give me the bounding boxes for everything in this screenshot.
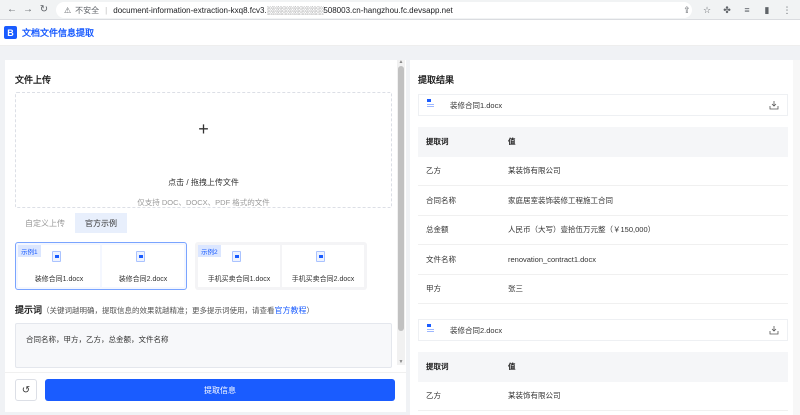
table-row: 乙方 某装饰有限公司 bbox=[418, 157, 788, 186]
sample-file-name: 装修合同2.docx bbox=[118, 276, 168, 283]
menu-icon[interactable]: ⋮ bbox=[780, 2, 794, 18]
results-panel: 提取结果 装修合同1.docx 提取词 值 乙方 某装饰有限公司 合同名称 家庭… bbox=[410, 60, 795, 415]
document-icon bbox=[427, 324, 435, 334]
scroll-down-icon[interactable]: ▼ bbox=[398, 360, 404, 365]
download-icon[interactable] bbox=[769, 325, 779, 335]
upload-dropzone[interactable]: + 点击 / 拖拽上传文件 仅支持 DOC、DOCX、PDF 格式的文件 bbox=[15, 92, 392, 208]
row-value: 人民币（大写）壹拾伍万元整（￥150,000） bbox=[508, 225, 656, 235]
upload-tabs: 自定义上传 官方示例 bbox=[15, 213, 127, 233]
prompt-label: 提示词（关键词越明确，提取信息的效果就越精准；更多提示词使用，请查看官方教程） bbox=[15, 303, 314, 316]
table-row: 合同名称 家庭居室装饰装修工程施工合同 bbox=[418, 186, 788, 216]
result-file-header: 装修合同2.docx bbox=[418, 319, 788, 341]
warning-icon[interactable]: ⚠ bbox=[64, 6, 71, 15]
row-value: 张三 bbox=[508, 284, 523, 294]
reading-list-icon[interactable]: ≡ bbox=[740, 2, 754, 18]
forward-icon[interactable]: → bbox=[20, 2, 36, 18]
table-row: 文件名称 renovation_contract1.docx bbox=[418, 245, 788, 275]
document-icon bbox=[427, 99, 435, 109]
sidebar-icon[interactable]: ▮ bbox=[760, 2, 774, 18]
row-key: 文件名称 bbox=[426, 254, 456, 264]
official-tutorial-link[interactable]: 官方教程 bbox=[275, 306, 307, 315]
sample-card[interactable]: 装修合同2.docx bbox=[102, 245, 184, 287]
url-separator: | bbox=[105, 5, 108, 15]
table-header: 提取词 值 bbox=[418, 127, 788, 157]
col-key-header: 提取词 bbox=[426, 362, 449, 372]
result-file-header: 装修合同1.docx bbox=[418, 94, 788, 116]
download-icon[interactable] bbox=[769, 100, 779, 110]
action-bar: ↺ 提取信息 bbox=[5, 372, 406, 412]
app-logo-icon: B bbox=[4, 26, 17, 39]
extensions-icon[interactable]: ✤ bbox=[720, 2, 734, 18]
prompt-title: 提示词 bbox=[15, 305, 43, 315]
col-value-header: 值 bbox=[508, 137, 516, 147]
upload-panel: 文件上传 + 点击 / 拖拽上传文件 仅支持 DOC、DOCX、PDF 格式的文… bbox=[5, 60, 406, 412]
url-text[interactable]: document-information-extraction-kxq8.fcv… bbox=[113, 6, 453, 15]
row-value: 家庭居室装饰装修工程施工合同 bbox=[508, 195, 613, 205]
plus-icon: + bbox=[198, 119, 209, 139]
sample-file-name: 装修合同1.docx bbox=[34, 276, 84, 283]
row-value: 某装饰有限公司 bbox=[508, 166, 561, 176]
row-key: 总金额 bbox=[426, 225, 449, 235]
table-row: 乙方 某装饰有限公司 bbox=[418, 382, 788, 411]
app-title: 文档文件信息提取 bbox=[22, 28, 95, 38]
prompt-input[interactable]: 合同名称，甲方，乙方，总金额，文件名称 bbox=[15, 323, 392, 368]
prompt-hint-end: ） bbox=[306, 306, 315, 315]
table-row: 总金额 人民币（大写）壹拾伍万元整（￥150,000） bbox=[418, 216, 788, 245]
sample-card[interactable]: 手机买卖合同2.docx bbox=[282, 245, 364, 287]
sample-tag: 示例1 bbox=[18, 245, 41, 257]
table-row: 甲方 张三 bbox=[418, 275, 788, 304]
reload-icon[interactable]: ↻ bbox=[36, 2, 52, 18]
tab-custom-upload[interactable]: 自定义上传 bbox=[15, 213, 75, 233]
upload-format-hint: 仅支持 DOC、DOCX、PDF 格式的文件 bbox=[137, 198, 270, 207]
result-table: 提取词 值 乙方 某装饰有限公司 合同名称 家庭居室装饰装修工程施工合同 总金额… bbox=[418, 127, 788, 304]
docx-file-icon bbox=[136, 251, 145, 262]
row-key: 甲方 bbox=[426, 284, 441, 294]
sample-card[interactable]: 示例2 手机买卖合同1.docx bbox=[198, 245, 280, 287]
back-icon[interactable]: ← bbox=[4, 2, 20, 18]
address-bar[interactable]: ⚠ 不安全 | document-information-extraction-… bbox=[56, 2, 692, 18]
upload-section-title: 文件上传 bbox=[15, 75, 52, 85]
result-file-name: 装修合同2.docx bbox=[450, 325, 503, 335]
sample-card[interactable]: 示例1 装修合同1.docx bbox=[18, 245, 100, 287]
sample-tag: 示例2 bbox=[198, 245, 221, 257]
share-icon[interactable]: ⇪ bbox=[680, 2, 694, 18]
sample-file-name: 手机买卖合同2.docx bbox=[291, 276, 355, 283]
reset-button[interactable]: ↺ bbox=[15, 379, 37, 401]
tab-official-examples[interactable]: 官方示例 bbox=[75, 213, 127, 233]
insecure-label[interactable]: 不安全 bbox=[75, 5, 99, 16]
sample-file-name: 手机买卖合同1.docx bbox=[207, 276, 271, 283]
row-value: renovation_contract1.docx bbox=[508, 254, 596, 264]
sample-group-1[interactable]: 示例1 装修合同1.docx 装修合同2.docx bbox=[15, 242, 187, 290]
left-scrollbar[interactable]: ▲ ▼ bbox=[397, 60, 405, 365]
results-title: 提取结果 bbox=[418, 75, 455, 85]
app-header: B 文档文件信息提取 bbox=[0, 20, 800, 46]
result-file-name: 装修合同1.docx bbox=[450, 100, 503, 110]
scrollbar-thumb[interactable] bbox=[398, 66, 404, 331]
row-key: 乙方 bbox=[426, 166, 441, 176]
upload-instruction: 点击 / 拖拽上传文件 bbox=[168, 178, 239, 187]
table-header: 提取词 值 bbox=[418, 352, 788, 382]
star-icon[interactable]: ☆ bbox=[700, 2, 714, 18]
prompt-hint: （关键词越明确，提取信息的效果就越精准；更多提示词使用，请查看 bbox=[42, 306, 275, 315]
row-value: 某装饰有限公司 bbox=[508, 391, 561, 401]
browser-toolbar: ← → ↻ ⚠ 不安全 | document-information-extra… bbox=[0, 0, 800, 20]
row-key: 合同名称 bbox=[426, 195, 456, 205]
docx-file-icon bbox=[52, 251, 61, 262]
result-table: 提取词 值 乙方 某装饰有限公司 bbox=[418, 352, 788, 411]
docx-file-icon bbox=[232, 251, 241, 262]
scroll-up-icon[interactable]: ▲ bbox=[398, 60, 404, 65]
col-key-header: 提取词 bbox=[426, 137, 449, 147]
sample-group-2[interactable]: 示例2 手机买卖合同1.docx 手机买卖合同2.docx bbox=[195, 242, 367, 290]
docx-file-icon bbox=[316, 251, 325, 262]
col-value-header: 值 bbox=[508, 362, 516, 372]
row-key: 乙方 bbox=[426, 391, 441, 401]
right-scrollbar[interactable] bbox=[793, 60, 800, 415]
extract-button[interactable]: 提取信息 bbox=[45, 379, 395, 401]
